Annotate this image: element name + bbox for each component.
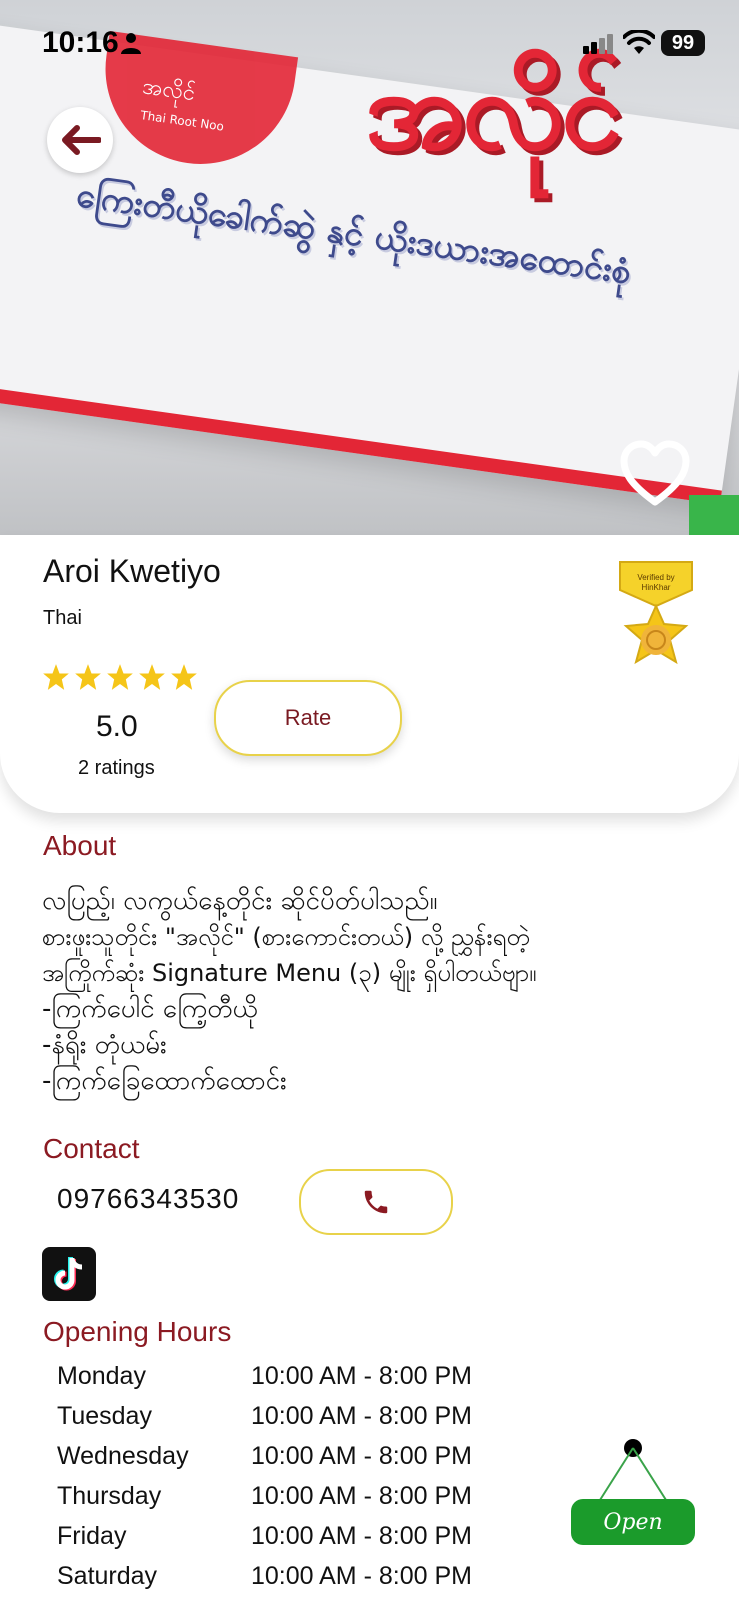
about-line: လပြည့်၊ လကွယ်နေ့တိုင်း ဆိုင်ပိတ်ပါသည်။ [42,886,438,916]
phone-number: 09766343530 [57,1183,240,1214]
star-icon [75,664,101,690]
open-status-sign: Open [571,1499,695,1545]
rate-button[interactable]: Rate [214,680,402,756]
hours-day: Monday [57,1362,146,1390]
hours-time: 10:00 AM - 8:00 PM [251,1362,472,1390]
rating-value: 5.0 [96,710,138,743]
tiktok-icon [54,1257,83,1291]
contact-heading: Contact [43,1133,140,1164]
hours-row: Thursday 10:00 AM - 8:00 PM [57,1482,517,1518]
star-icon [139,664,165,690]
about-line: စားဖူးသူတိုင်း "အလိုင်" (စားကောင်းတယ်) လ… [42,923,530,951]
restaurant-info-card: Aroi Kwetiyo Thai 5.0 2 ratings Rate Ver… [0,535,739,813]
cellular-signal-icon [583,34,613,54]
hours-day: Tuesday [57,1402,152,1430]
phone-icon [364,1190,388,1214]
hours-row: Saturday 10:00 AM - 8:00 PM [57,1562,517,1598]
wifi-icon [623,30,655,54]
cuisine-label: Thai [43,607,82,629]
arrow-left-icon [62,125,101,155]
favorite-heart-icon[interactable] [620,440,690,510]
person-icon [121,33,141,54]
status-time: 10:16 [42,26,119,59]
star-rating [42,663,198,691]
star-icon [43,664,69,690]
hours-time: 10:00 AM - 8:00 PM [251,1522,472,1550]
back-button[interactable] [47,107,113,173]
about-line: အကြိုက်ဆုံး Signature Menu (၃) မျိုး ရှိ… [42,959,537,987]
about-description: လပြည့်၊ လကွယ်နေ့တိုင်း ဆိုင်ပိတ်ပါသည်။ စ… [42,883,722,1099]
about-line: -ကြက်ပေါင် ကြေ့တီယို [42,994,258,1024]
about-heading: About [43,830,117,861]
hours-day: Saturday [57,1562,158,1590]
star-icon [107,664,133,690]
verified-badge-text: Verified by HinKhar [637,573,675,592]
battery-indicator: 99 [661,30,705,56]
hours-time: 10:00 AM - 8:00 PM [251,1562,472,1590]
hours-time: 10:00 AM - 8:00 PM [251,1402,472,1430]
hours-day: Thursday [57,1482,162,1510]
hours-time: 10:00 AM - 8:00 PM [251,1442,472,1470]
hours-row: Monday 10:00 AM - 8:00 PM [57,1362,517,1398]
hours-row: Tuesday 10:00 AM - 8:00 PM [57,1402,517,1438]
restaurant-name: Aroi Kwetiyo [43,553,221,589]
about-line: -နံရိုး တုံယမ်း [42,1030,167,1060]
hours-time: 10:00 AM - 8:00 PM [251,1482,472,1510]
hours-row: Friday 10:00 AM - 8:00 PM [57,1522,517,1558]
about-line: -ကြက်ခြေထောက်ထောင်း [42,1066,287,1096]
opening-hours-heading: Opening Hours [43,1316,232,1347]
hours-row: Wednesday 10:00 AM - 8:00 PM [57,1442,517,1478]
hours-day: Wednesday [57,1442,189,1470]
hours-day: Friday [57,1522,127,1550]
rating-count: 2 ratings [78,757,155,779]
star-icon [171,664,197,690]
status-bar: 10:16 99 [0,0,739,90]
call-button[interactable] [299,1169,453,1235]
tiktok-link[interactable] [42,1247,96,1301]
